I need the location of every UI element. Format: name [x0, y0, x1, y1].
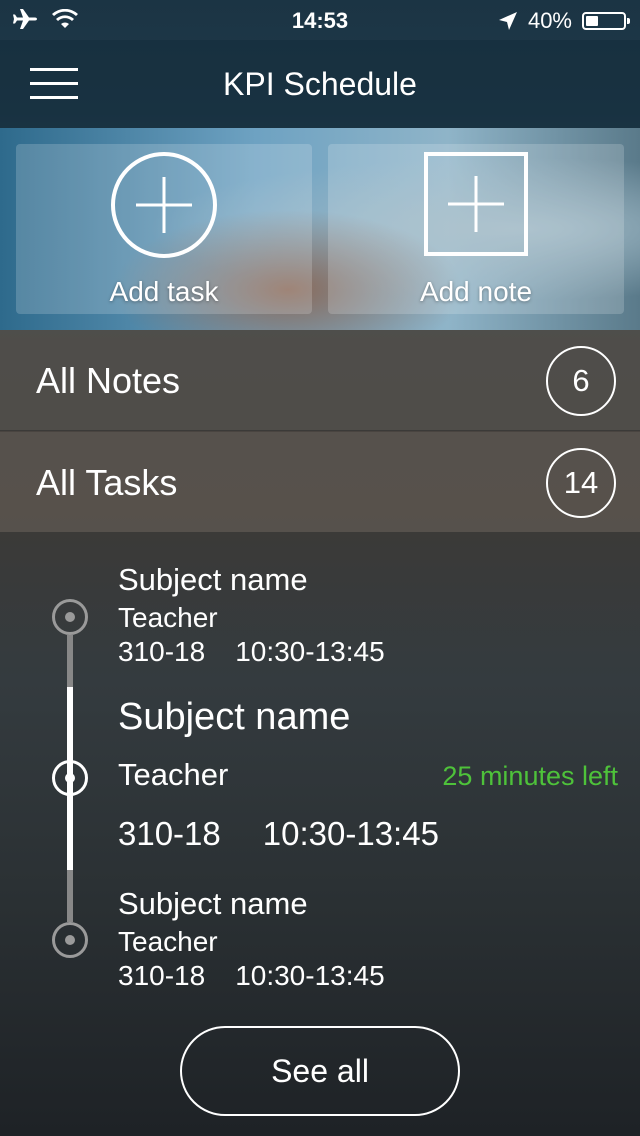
timeline-line: [67, 635, 73, 687]
class-time: 310-18 10:30-13:45: [118, 960, 618, 992]
quick-actions: Add task Add note: [0, 128, 640, 330]
teacher-name: Teacher: [118, 926, 218, 957]
schedule-item-current[interactable]: Subject name Teacher 25 minutes left 310…: [118, 696, 618, 853]
all-tasks-row[interactable]: All Tasks 14: [0, 431, 640, 532]
class-time: 310-18 10:30-13:45: [118, 636, 618, 668]
time-range: 10:30-13:45: [262, 815, 439, 852]
schedule-item[interactable]: Subject name Teacher 310-18 10:30-13:45: [118, 886, 618, 992]
add-note-button[interactable]: Add note: [328, 144, 624, 314]
subject-name: Subject name: [118, 562, 308, 597]
add-square-icon: [424, 152, 528, 256]
status-bar: 14:53 40%: [0, 0, 640, 40]
schedule-item[interactable]: Subject name Teacher 310-18 10:30-13:45: [118, 562, 618, 668]
add-note-label: Add note: [419, 276, 533, 307]
tasks-count-badge: 14: [546, 448, 616, 518]
time-range: 10:30-13:45: [235, 960, 385, 991]
schedule-timeline: Subject name Teacher 310-18 10:30-13:45 S…: [0, 532, 640, 1012]
room-number: 310-18: [118, 960, 206, 991]
all-notes-label: All Notes: [36, 360, 181, 401]
add-circle-icon: [111, 152, 217, 258]
timeline-node-current: [52, 760, 88, 796]
all-notes-row[interactable]: All Notes 6: [0, 330, 640, 430]
nav-bar: KPI Schedule: [0, 40, 640, 128]
location-arrow-icon: [498, 12, 517, 30]
battery-percent: 40%: [527, 8, 572, 33]
time-range: 10:30-13:45: [235, 636, 385, 667]
time-remaining: 25 minutes left: [442, 761, 618, 791]
class-time: 310-18 10:30-13:45: [118, 815, 618, 853]
status-right: 40%: [498, 8, 630, 34]
teacher-row: Teacher 25 minutes left: [118, 757, 618, 793]
subject-name: Subject name: [118, 696, 351, 738]
timeline-node: [52, 599, 88, 635]
all-tasks-label: All Tasks: [36, 462, 178, 503]
teacher-name: Teacher: [118, 602, 218, 633]
subject-name: Subject name: [118, 886, 308, 921]
see-all-button[interactable]: See all: [180, 1026, 460, 1116]
teacher-name: Teacher: [118, 757, 229, 792]
room-number: 310-18: [118, 636, 206, 667]
room-number: 310-18: [118, 815, 221, 852]
add-task-button[interactable]: Add task: [16, 144, 312, 314]
notes-count-badge: 6: [546, 346, 616, 416]
timeline-node: [52, 922, 88, 958]
timeline-line: [67, 870, 73, 922]
page-title: KPI Schedule: [223, 66, 417, 102]
add-task-label: Add task: [109, 276, 219, 307]
battery-icon: [582, 12, 630, 30]
